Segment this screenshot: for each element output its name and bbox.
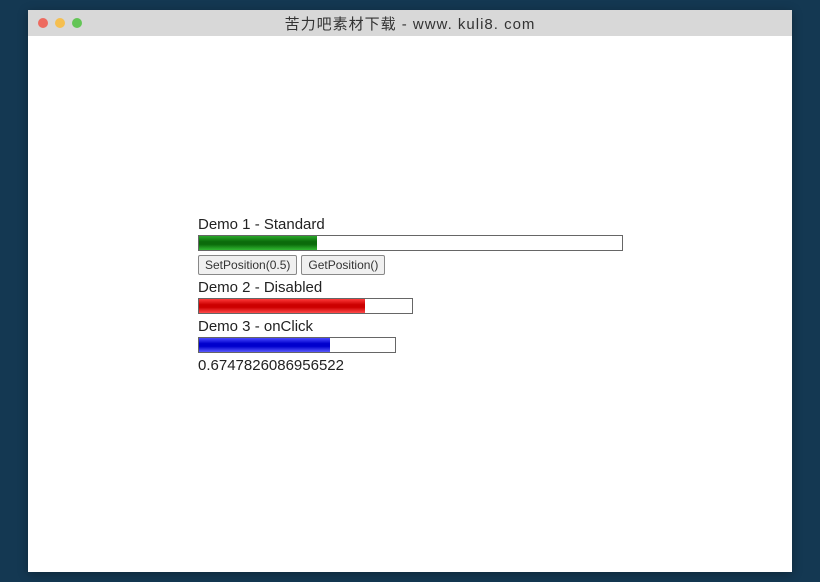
demo2-label: Demo 2 - Disabled (198, 279, 792, 296)
demo3-progress-fill (199, 338, 330, 352)
demo3-progress-track[interactable] (198, 337, 396, 353)
output-value: 0.6747826086956522 (198, 357, 792, 374)
demo1-progress-fill (199, 236, 317, 250)
window-title: 苦力吧素材下载 - www. kuli8. com (28, 13, 792, 34)
titlebar: 苦力吧素材下载 - www. kuli8. com (28, 10, 792, 36)
minimize-icon[interactable] (55, 18, 65, 28)
demo2-progress-track (198, 298, 413, 314)
close-icon[interactable] (38, 18, 48, 28)
maximize-icon[interactable] (72, 18, 82, 28)
set-position-button[interactable]: SetPosition(0.5) (198, 255, 297, 275)
demo1-label: Demo 1 - Standard (198, 216, 792, 233)
demo2-progress-fill (199, 299, 365, 313)
app-window: 苦力吧素材下载 - www. kuli8. com Demo 1 - Stand… (28, 10, 792, 572)
traffic-lights (28, 18, 82, 28)
content-area: Demo 1 - Standard SetPosition(0.5) GetPo… (28, 36, 792, 374)
button-row: SetPosition(0.5) GetPosition() (198, 255, 792, 275)
demo1-progress-track[interactable] (198, 235, 623, 251)
get-position-button[interactable]: GetPosition() (301, 255, 385, 275)
demo3-label: Demo 3 - onClick (198, 318, 792, 335)
